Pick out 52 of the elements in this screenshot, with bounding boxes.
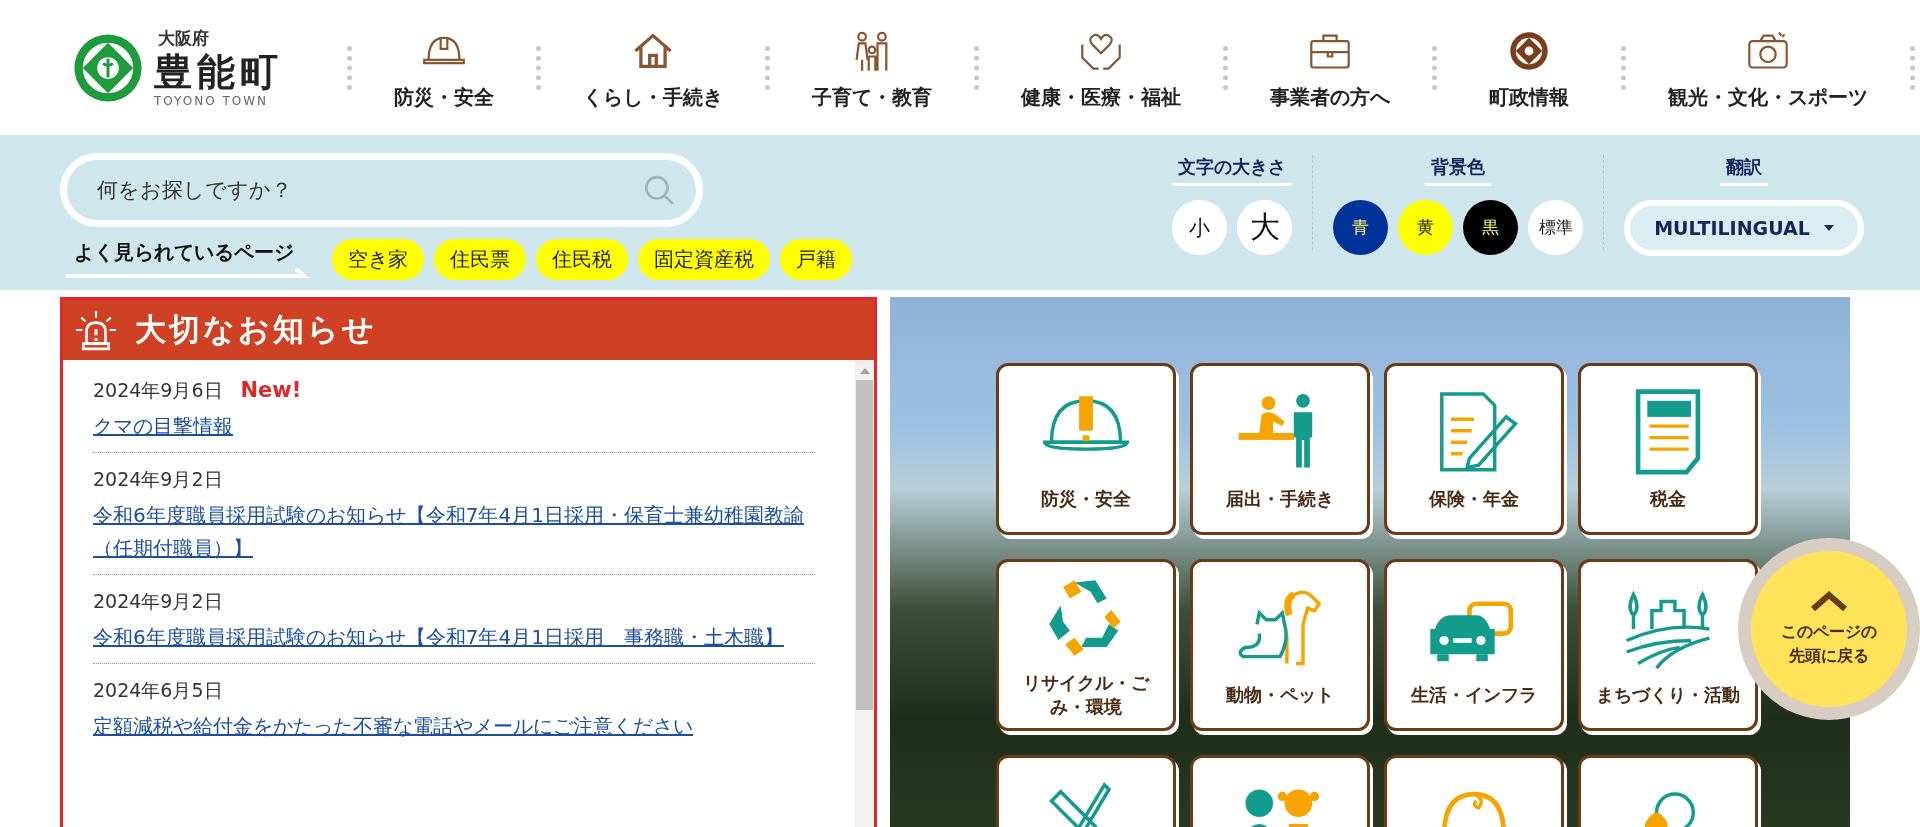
notice-link[interactable]: 令和6年度職員採用試験のお知らせ【令和7年4月1日採用 事務職・土木職】 — [93, 621, 815, 654]
nav-label[interactable]: 町政情報 — [1489, 83, 1569, 111]
notice-link[interactable]: 令和6年度職員採用試験のお知らせ【令和7年4月1日採用・保育士兼幼稚園教諭（任期付職員）】 — [93, 499, 815, 565]
nav-link[interactable]: 子育て・教育 — [770, 24, 974, 111]
nav-label[interactable]: 事業者の方へ — [1270, 83, 1390, 111]
nav-link[interactable]: 観光・文化・スポーツ — [1626, 24, 1910, 111]
background-color-button[interactable]: 青 — [1333, 200, 1388, 255]
nav-link[interactable]: 健康・医療・福祉 — [979, 24, 1223, 111]
search-field[interactable]: 何をお探しですか？ — [60, 153, 703, 227]
logo-prefecture: 大阪府 — [158, 27, 210, 50]
chevron-up-icon — [1809, 590, 1849, 612]
background-color-button[interactable]: 黄 — [1398, 200, 1453, 255]
nav-link[interactable]: 防災・安全 — [352, 24, 536, 111]
caret-icon — [1823, 225, 1834, 231]
scrollbar-track[interactable] — [855, 360, 874, 827]
background-color-button[interactable]: 標準 — [1528, 200, 1583, 255]
nav-link[interactable]: くらし・手続き — [541, 24, 765, 111]
popular-pages-label: よく見られているページ — [74, 239, 295, 266]
popular-tag[interactable]: 住民票 — [434, 239, 526, 280]
notice-date: 2024年6月5日 — [93, 678, 223, 703]
font-size-title: 文字の大きさ — [1172, 155, 1292, 186]
font-size-button[interactable]: 小 — [1172, 200, 1227, 255]
scrollbar-thumb[interactable] — [856, 380, 873, 710]
town-emblem-icon[interactable] — [72, 31, 144, 104]
alarm-light-icon — [75, 309, 117, 351]
scroll-up-icon[interactable] — [859, 368, 870, 374]
notice-link[interactable]: クマの目撃情報 — [93, 410, 815, 443]
background-color-button[interactable]: 黒 — [1463, 200, 1518, 255]
background-color-title: 背景色 — [1425, 155, 1491, 186]
nav-label[interactable]: 防災・安全 — [394, 83, 494, 111]
new-label: New! — [240, 378, 302, 402]
logo-romaji: TOYONO TOWN — [154, 94, 270, 108]
notice-date: 2024年9月2日 — [93, 467, 223, 492]
nav-link[interactable]: 町政情報 — [1437, 24, 1621, 111]
language-dropdown[interactable]: MULTILINGUAL — [1624, 200, 1864, 256]
nav-label[interactable]: 健康・医療・福祉 — [1021, 83, 1181, 111]
nav-link[interactable]: 事業者の方へ — [1228, 24, 1432, 111]
nav-label[interactable]: くらし・手続き — [583, 83, 723, 111]
notice-date: 2024年9月2日 — [93, 589, 223, 614]
popular-tag[interactable]: 固定資産税 — [638, 239, 770, 280]
font-size-button[interactable]: 大 — [1237, 200, 1292, 255]
notice-date: 2024年9月6日 — [93, 378, 223, 403]
popular-tag[interactable]: 空き家 — [332, 239, 424, 280]
notice-title: 大切なお知らせ — [135, 310, 377, 349]
back-to-top-button[interactable]: このページの先頭に戻る — [1738, 538, 1920, 720]
nav-label[interactable]: 子育て・教育 — [812, 83, 932, 111]
nav-label[interactable]: 観光・文化・スポーツ — [1668, 83, 1868, 111]
popular-tag[interactable]: 戸籍 — [780, 239, 852, 280]
notice-link[interactable]: 定額減税や給付金をかたった不審な電話やメールにご注意ください — [93, 710, 815, 743]
translate-title: 翻訳 — [1720, 155, 1768, 186]
popular-tag[interactable]: 住民税 — [536, 239, 628, 280]
logo-town-name[interactable]: 豊能町 — [154, 50, 283, 94]
